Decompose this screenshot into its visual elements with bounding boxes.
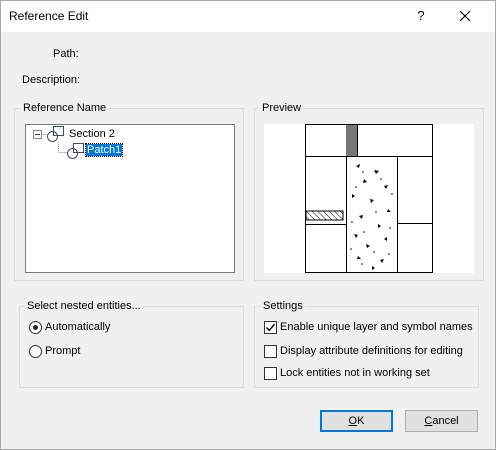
- reference-tree[interactable]: Section 2 Patch1: [25, 124, 235, 273]
- ok-button[interactable]: OK: [320, 410, 393, 432]
- preview-group-label: Preview: [260, 102, 304, 114]
- preview-drawing: [305, 124, 433, 273]
- enable-unique-names-checkbox[interactable]: [264, 321, 277, 334]
- cancel-label-rest: ancel: [432, 415, 459, 427]
- block-reference-icon: [67, 143, 84, 159]
- settings-group-label: Settings: [261, 300, 305, 312]
- display-attribute-definitions-label[interactable]: Display attribute definitions for editin…: [280, 345, 463, 357]
- lock-entities-checkbox[interactable]: [264, 367, 277, 380]
- ok-mnemonic: O: [348, 415, 358, 427]
- dialog-title: Reference Edit: [9, 9, 89, 23]
- cancel-button[interactable]: Cancel: [405, 410, 478, 432]
- tree-item-section-2[interactable]: Section 2: [69, 128, 115, 140]
- close-icon: [459, 10, 471, 22]
- automatically-radio[interactable]: [29, 321, 42, 334]
- path-label: Path:: [53, 48, 79, 60]
- reference-edit-dialog: Reference Edit ? Path: Description: Refe…: [0, 0, 496, 450]
- help-button[interactable]: ?: [409, 5, 433, 27]
- prompt-label[interactable]: Prompt: [45, 345, 80, 357]
- enable-unique-names-label[interactable]: Enable unique layer and symbol names: [280, 321, 473, 333]
- lock-entities-label[interactable]: Lock entities not in working set: [280, 367, 430, 379]
- close-button[interactable]: [450, 5, 480, 27]
- block-reference-icon: [47, 126, 64, 142]
- tree-item-patch1[interactable]: Patch1: [84, 143, 124, 157]
- title-bar: Reference Edit ?: [1, 1, 495, 32]
- nested-entities-group-label: Select nested entities...: [25, 300, 143, 312]
- description-label: Description:: [22, 74, 81, 86]
- reference-name-group-label: Reference Name: [21, 102, 109, 114]
- prompt-radio[interactable]: [29, 345, 42, 358]
- ok-label-rest: K: [357, 415, 365, 427]
- checkmark-icon: [266, 323, 276, 332]
- display-attribute-definitions-checkbox[interactable]: [264, 345, 277, 358]
- automatically-label[interactable]: Automatically: [45, 321, 110, 333]
- preview-pane: [264, 124, 474, 273]
- concrete-pattern: [350, 164, 393, 270]
